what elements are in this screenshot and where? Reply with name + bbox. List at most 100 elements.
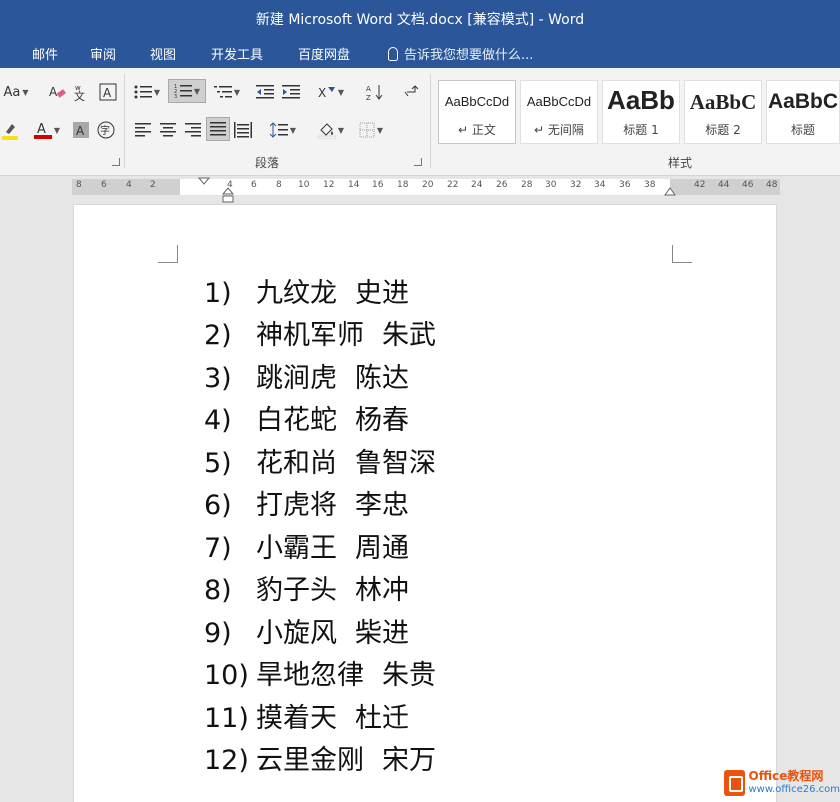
list-item[interactable]: 8) 豹子头 林冲 (204, 568, 409, 608)
align-right-icon[interactable] (182, 118, 204, 142)
list-item[interactable]: 11) 摸着天 杜迁 (204, 696, 409, 736)
numbering-button[interactable]: 1 2 3 ▼ (168, 79, 206, 103)
style-heading-2[interactable]: AaBbC 标题 2 (684, 80, 762, 144)
list-item[interactable]: 5) 花和尚 鲁智深 (204, 441, 436, 481)
style-no-spacing[interactable]: AaBbCcDd ↵ 无间隔 (520, 80, 598, 144)
ruler-tick: 30 (545, 180, 557, 190)
style-sample: AaBbCcDd (526, 94, 592, 109)
style-name: 标题 2 (705, 123, 741, 137)
horizontal-ruler[interactable]: 8 6 4 2 4 6 8 10 12 14 16 18 20 22 24 26… (72, 177, 780, 203)
ruler-tick: 28 (521, 180, 533, 190)
style-heading-1[interactable]: AaBb 标题 1 (602, 80, 680, 144)
tell-me-box[interactable]: 告诉我您想要做什么... (388, 44, 533, 63)
enclose-characters-icon[interactable]: 字 (95, 118, 117, 142)
svg-text:A: A (366, 85, 371, 93)
distributed-icon[interactable] (232, 118, 254, 142)
chinese-layout-button[interactable]: X ▼ (314, 80, 348, 104)
ribbon-tabs: 邮件 审阅 视图 开发工具 百度网盘 告诉我您想要做什么... (0, 38, 840, 68)
decrease-indent-icon[interactable] (254, 80, 276, 104)
lightbulb-icon (388, 47, 398, 61)
list-item[interactable]: 4) 白花蛇 杨春 (204, 398, 409, 438)
svg-text:Z: Z (366, 94, 371, 101)
ruler-tick: 10 (298, 180, 310, 190)
tab-review[interactable]: 审阅 (90, 44, 116, 63)
first-line-indent-marker[interactable] (198, 177, 210, 203)
paragraph-group-label: 段落 (255, 156, 280, 170)
list-item[interactable]: 12) 云里金刚 宋万 (204, 738, 436, 778)
office-logo-icon (724, 770, 745, 796)
ruler-tick: 36 (619, 180, 631, 190)
change-case-button[interactable]: Aa ▼ (0, 80, 32, 104)
align-left-icon[interactable] (132, 118, 154, 142)
paragraph-dialog-launcher-icon[interactable] (414, 158, 422, 166)
increase-indent-icon[interactable] (280, 80, 302, 104)
style-name: ↵ 正文 (458, 123, 496, 137)
clear-formatting-icon[interactable]: A (46, 80, 68, 104)
list-item[interactable]: 9) 小旋风 柴进 (204, 611, 409, 651)
font-color-button[interactable]: A ▼ (30, 118, 64, 142)
borders-button[interactable]: ▼ (354, 118, 388, 142)
highlight-icon[interactable] (0, 118, 22, 142)
ruler-tick: 14 (348, 180, 360, 190)
tab-developer[interactable]: 开发工具 (211, 44, 263, 63)
group-separator (430, 74, 431, 168)
document-page[interactable]: 1) 九纹龙 史进 2) 神机军师 朱武 3) 跳涧虎 陈达 4) 白花蛇 杨春 5) 花和尚 鲁智… (74, 205, 776, 802)
multilevel-list-button[interactable]: ▼ (210, 80, 244, 104)
ruler-tick: 6 (101, 180, 107, 190)
ruler-tick: 18 (397, 180, 409, 190)
svg-text:A: A (49, 85, 58, 99)
tab-mailings[interactable]: 邮件 (32, 44, 58, 63)
phonetic-guide-icon[interactable]: w文 (72, 80, 94, 104)
list-item[interactable]: 3) 跳涧虎 陈达 (204, 356, 409, 396)
ruler-tick: 24 (471, 180, 483, 190)
show-hide-marks-icon[interactable] (400, 80, 422, 104)
style-sample: AaBbC (689, 90, 757, 114)
group-separator (124, 74, 125, 168)
list-item[interactable]: 6) 打虎将 李忠 (204, 483, 409, 523)
ruler-tick: 38 (644, 180, 656, 190)
list-item[interactable]: 1) 九纹龙 史进 (204, 271, 409, 311)
bullets-button[interactable]: ▼ (130, 80, 164, 104)
style-name: 标题 (790, 123, 815, 137)
shading-button[interactable]: ▼ (314, 118, 348, 142)
justify-icon[interactable] (206, 117, 230, 141)
tab-baidu-netdisk[interactable]: 百度网盘 (298, 44, 350, 63)
line-spacing-button[interactable]: ▼ (266, 118, 300, 142)
ruler-tick: 32 (570, 180, 582, 190)
list-item[interactable]: 7) 小霸王 周通 (204, 526, 409, 566)
hanging-indent-marker[interactable] (222, 187, 234, 207)
ruler-tick: 22 (447, 180, 459, 190)
svg-text:A: A (76, 124, 85, 138)
list-item[interactable]: 10) 旱地忽律 朱贵 (204, 653, 436, 693)
character-shading-icon[interactable]: A (70, 118, 92, 142)
styles-gallery: AaBbCcDd ↵ 正文 AaBbCcDd ↵ 无间隔 AaBb 标题 1 A… (436, 78, 840, 150)
sort-icon[interactable]: AZ (364, 80, 386, 104)
tab-view[interactable]: 视图 (150, 44, 176, 63)
svg-text:字: 字 (100, 124, 110, 137)
ruler-tick: 26 (496, 180, 508, 190)
ruler-tick: 16 (372, 180, 384, 190)
list-item[interactable]: 2) 神机军师 朱武 (204, 313, 436, 353)
font-dialog-launcher-icon[interactable] (112, 158, 120, 166)
style-name: 标题 1 (623, 123, 659, 137)
right-indent-marker[interactable] (664, 187, 676, 197)
svg-text:X: X (318, 86, 326, 100)
margin-corner-mark (158, 245, 178, 263)
style-normal[interactable]: AaBbCcDd ↵ 正文 (438, 80, 516, 144)
ruler-tick: 2 (150, 180, 156, 190)
watermark-brand: Office教程网 (748, 769, 824, 783)
ruler-tick: 42 (694, 180, 706, 190)
style-title[interactable]: AaBbC 标题 (766, 80, 840, 144)
ruler: 8 6 4 2 4 6 8 10 12 14 16 18 20 22 24 26… (0, 176, 840, 203)
ruler-tick: 12 (323, 180, 335, 190)
style-name: ↵ 无间隔 (534, 123, 584, 137)
tell-me-placeholder: 告诉我您想要做什么... (404, 48, 534, 63)
window-title: 新建 Microsoft Word 文档.docx [兼容模式] - Word (255, 12, 585, 28)
align-center-icon[interactable] (157, 118, 179, 142)
style-sample: AaBb (607, 85, 675, 115)
svg-text:A: A (37, 122, 46, 137)
character-border-icon[interactable]: A (97, 80, 119, 104)
ruler-tick: 34 (594, 180, 606, 190)
ruler-tick: 8 (76, 180, 82, 190)
styles-group-label: 样式 (668, 156, 693, 170)
